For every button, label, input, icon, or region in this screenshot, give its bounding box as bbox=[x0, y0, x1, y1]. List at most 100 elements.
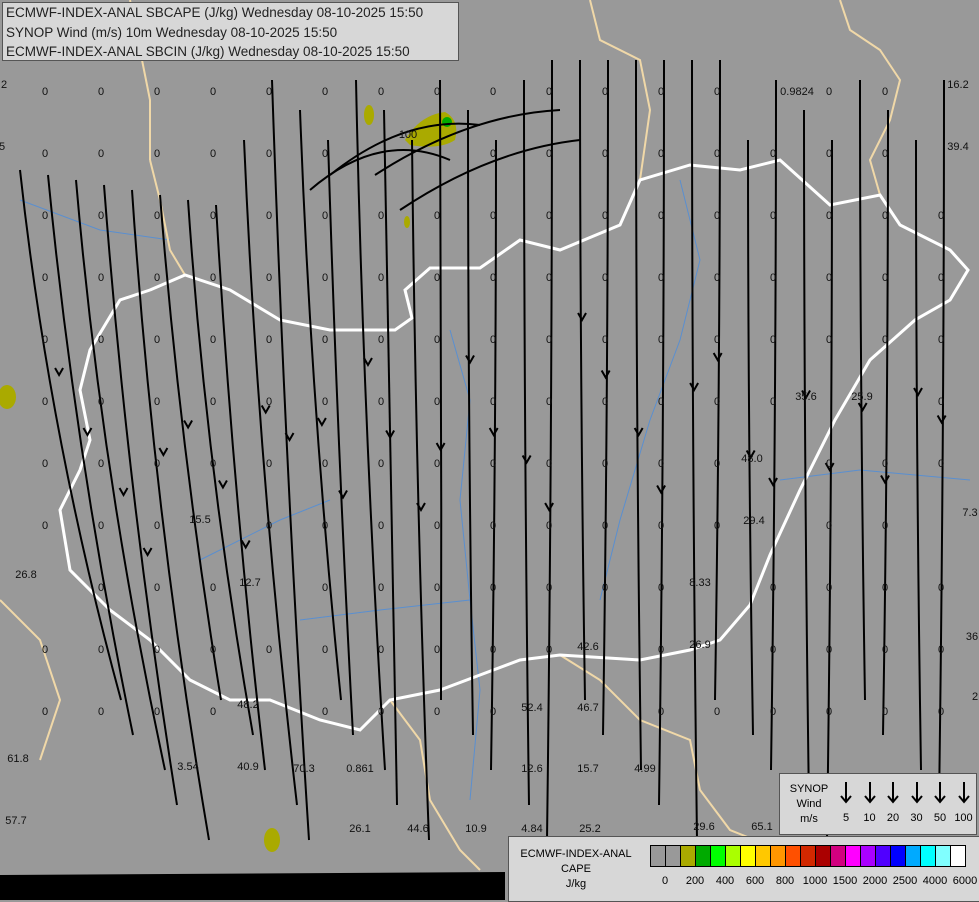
cape-zero-label: 0 bbox=[770, 644, 776, 656]
cape-value-label: 2 bbox=[1, 79, 7, 91]
cape-zero-label: 0 bbox=[434, 210, 440, 222]
cape-value-label: 0.9824 bbox=[780, 86, 814, 98]
wind-legend-item: 20 bbox=[883, 782, 903, 824]
cape-zero-label: 0 bbox=[882, 210, 888, 222]
header-line-wind: SYNOP Wind (m/s) 10m Wednesday 08-10-202… bbox=[6, 24, 338, 40]
cape-zero-label: 0 bbox=[546, 334, 552, 346]
colorbar-swatch bbox=[936, 846, 951, 866]
colorbar-tick-label: 2000 bbox=[862, 875, 888, 887]
map-background bbox=[0, 0, 979, 900]
colorbar-swatch bbox=[876, 846, 891, 866]
cape-zero-label: 0 bbox=[882, 644, 888, 656]
colorbar-tick-label: 6000 bbox=[952, 875, 978, 887]
cape-zero-label: 0 bbox=[42, 706, 48, 718]
cape-zero-label: 0 bbox=[714, 334, 720, 346]
colorbar-swatch bbox=[711, 846, 726, 866]
cape-zero-label: 0 bbox=[266, 272, 272, 284]
cape-zero-label: 0 bbox=[602, 458, 608, 470]
cape-zero-label: 0 bbox=[658, 272, 664, 284]
map-header: ECMWF-INDEX-ANAL SBCAPE (J/kg) Wednesday… bbox=[2, 2, 459, 61]
colorbar-tick-label: 1500 bbox=[832, 875, 858, 887]
cape-zero-label: 0 bbox=[434, 334, 440, 346]
cape-zero-label: 0 bbox=[378, 582, 384, 594]
wind-speed-label: 30 bbox=[910, 812, 923, 824]
cape-zero-label: 0 bbox=[154, 396, 160, 408]
cape-zero-label: 0 bbox=[266, 644, 272, 656]
colorbar-tick-label: 2500 bbox=[892, 875, 918, 887]
cape-zero-label: 0 bbox=[210, 706, 216, 718]
cape-zero-label: 0 bbox=[210, 334, 216, 346]
colorbar-tick-label: 4000 bbox=[922, 875, 948, 887]
colorbar-swatch bbox=[741, 846, 756, 866]
cape-zero-label: 0 bbox=[714, 396, 720, 408]
cape-value-label: 15.7 bbox=[577, 763, 598, 775]
cape-zero-label: 0 bbox=[98, 272, 104, 284]
cape-zero-label: 0 bbox=[378, 272, 384, 284]
cape-zero-label: 0 bbox=[266, 86, 272, 98]
cape-zero-label: 0 bbox=[434, 582, 440, 594]
cape-value-label: 100 bbox=[399, 129, 417, 141]
wind-speed-label: 5 bbox=[842, 812, 850, 824]
wind-legend-item: 50 bbox=[930, 782, 950, 824]
cape-value-label: 2 bbox=[972, 691, 978, 703]
colorbar-swatch bbox=[771, 846, 786, 866]
cape-zero-label: 0 bbox=[882, 582, 888, 594]
cape-zero-label: 0 bbox=[490, 148, 496, 160]
cape-value-label: 70.3 bbox=[293, 763, 314, 775]
cape-zero-label: 0 bbox=[42, 520, 48, 532]
cape-area bbox=[404, 216, 410, 228]
cape-value-label: 10.9 bbox=[465, 823, 486, 835]
cape-zero-label: 0 bbox=[490, 706, 496, 718]
wind-arrow-icon bbox=[910, 782, 923, 804]
cape-zero-label: 0 bbox=[882, 520, 888, 532]
cape-value-label: 3.54 bbox=[177, 761, 198, 773]
cape-zero-label: 0 bbox=[322, 210, 328, 222]
wind-legend-title: SYNOP Wind m/s bbox=[784, 782, 834, 827]
cape-zero-label: 0 bbox=[154, 86, 160, 98]
header-line-cin: ECMWF-INDEX-ANAL SBCIN (J/kg) Wednesday … bbox=[6, 44, 410, 59]
cape-zero-label: 0 bbox=[378, 210, 384, 222]
legend-title-line: SYNOP bbox=[789, 783, 829, 795]
cape-zero-label: 0 bbox=[938, 334, 944, 346]
cape-value-label: 26.8 bbox=[15, 569, 36, 581]
cape-zero-label: 0 bbox=[546, 86, 552, 98]
cape-zero-label: 0 bbox=[322, 644, 328, 656]
cape-zero-label: 0 bbox=[826, 706, 832, 718]
cape-value-label: 29.6 bbox=[693, 821, 714, 833]
cape-zero-label: 0 bbox=[658, 86, 664, 98]
cape-zero-label: 0 bbox=[714, 272, 720, 284]
cape-zero-label: 0 bbox=[322, 396, 328, 408]
cape-area bbox=[264, 828, 280, 852]
cape-value-label: 25.9 bbox=[851, 391, 872, 403]
cape-zero-label: 0 bbox=[938, 644, 944, 656]
cape-zero-label: 0 bbox=[602, 148, 608, 160]
cape-zero-label: 0 bbox=[98, 706, 104, 718]
cape-zero-label: 0 bbox=[266, 210, 272, 222]
cape-zero-label: 0 bbox=[98, 148, 104, 160]
cape-zero-label: 0 bbox=[546, 272, 552, 284]
cape-zero-label: 0 bbox=[658, 582, 664, 594]
cape-zero-label: 0 bbox=[714, 520, 720, 532]
cape-zero-label: 0 bbox=[658, 706, 664, 718]
cape-zero-label: 0 bbox=[714, 210, 720, 222]
cape-zero-label: 0 bbox=[98, 396, 104, 408]
cape-colorbar-ticks: 0 200 400 600 800 1000 1500 2000 2500 4000 6000 bbox=[650, 875, 979, 889]
cape-zero-label: 0 bbox=[658, 396, 664, 408]
cape-zero-label: 0 bbox=[434, 396, 440, 408]
cape-area bbox=[364, 105, 374, 125]
wind-streamline bbox=[439, 79, 443, 701]
cape-zero-label: 0 bbox=[770, 706, 776, 718]
wind-arrow-icon bbox=[887, 782, 899, 804]
legend-title-line: J/kg bbox=[565, 878, 587, 890]
cape-zero-label: 0 bbox=[210, 644, 216, 656]
cape-zero-label: 0 bbox=[322, 458, 328, 470]
cape-zero-label: 0 bbox=[42, 272, 48, 284]
colorbar-swatch bbox=[951, 846, 965, 866]
cape-zero-label: 0 bbox=[434, 272, 440, 284]
cape-zero-label: 0 bbox=[546, 644, 552, 656]
cape-zero-label: 0 bbox=[322, 86, 328, 98]
cape-zero-label: 0 bbox=[826, 458, 832, 470]
cape-zero-label: 0 bbox=[490, 644, 496, 656]
cape-zero-label: 0 bbox=[882, 334, 888, 346]
cape-zero-label: 0 bbox=[434, 644, 440, 656]
